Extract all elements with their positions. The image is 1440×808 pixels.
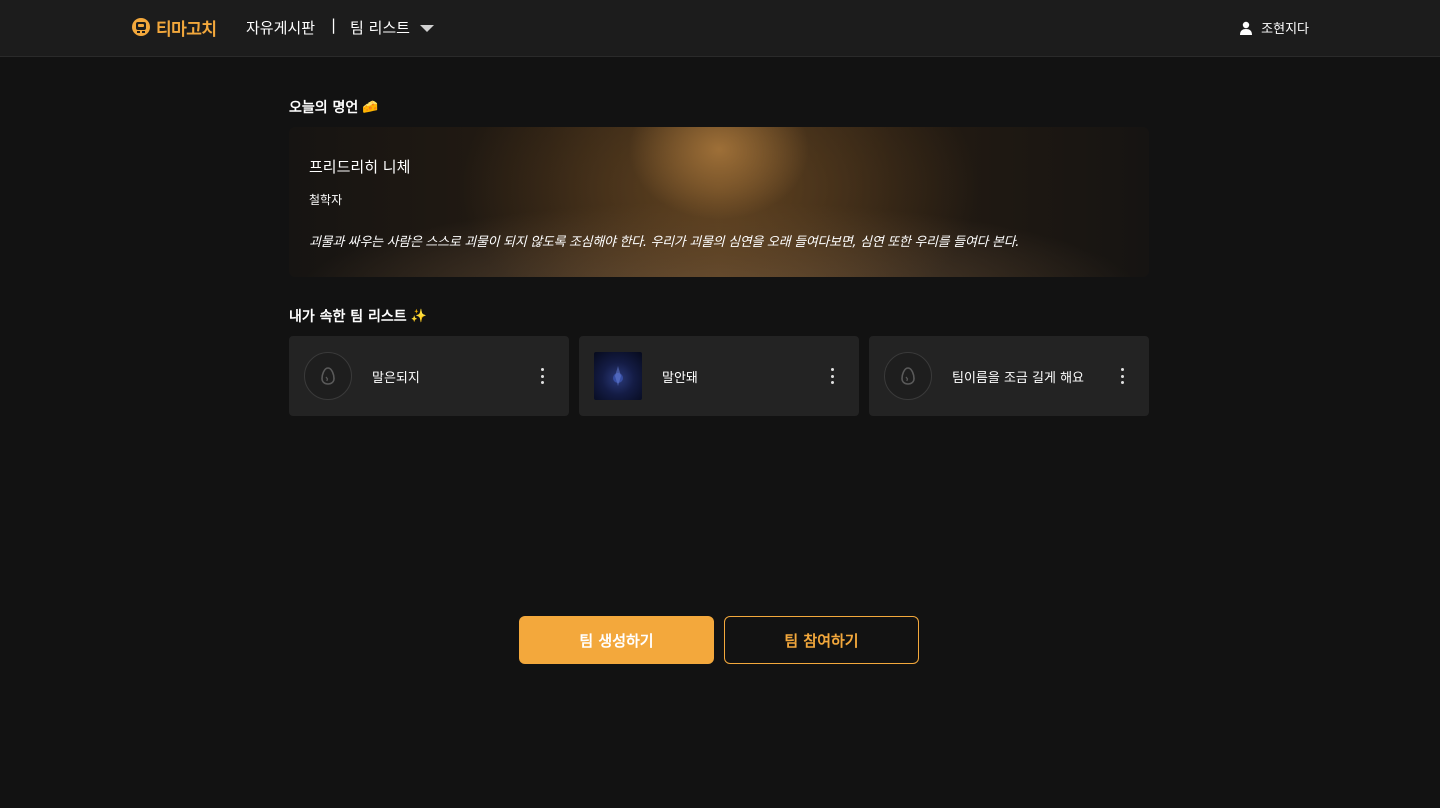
quote-author-role: 철학자 xyxy=(309,193,343,207)
nav-team-list-dropdown[interactable]: 팀 리스트 xyxy=(350,17,434,38)
user-icon xyxy=(1240,21,1253,35)
egg-icon xyxy=(901,367,915,385)
nav-team-list-label: 팀 리스트 xyxy=(350,19,410,37)
team-list-section-title: 내가 속한 팀 리스트 ✨ xyxy=(289,306,427,326)
quote-text: 괴물과 싸우는 사람은 스스로 괴물이 되지 않도록 조심해야 한다. 우리가 … xyxy=(309,235,1020,250)
team-name: 말안돼 xyxy=(662,371,698,386)
top-navigation-bar: 티마고치 자유게시판 | 팀 리스트 조현지다 xyxy=(0,0,1440,57)
team-avatar xyxy=(884,352,932,400)
quote-author: 프리드리히 니체 xyxy=(309,158,411,176)
team-name: 팀이름을 조금 길게 해요 xyxy=(952,371,1084,386)
more-options-icon[interactable] xyxy=(1115,368,1129,384)
more-options-icon[interactable] xyxy=(535,368,549,384)
create-team-button[interactable]: 팀 생성하기 xyxy=(519,616,714,664)
cheese-emoji-icon: 🧀 xyxy=(362,99,379,115)
team-avatar xyxy=(304,352,352,400)
quote-section-title-text: 오늘의 명언 xyxy=(289,100,359,116)
team-image-icon xyxy=(613,366,623,386)
team-card[interactable]: 말은되지 xyxy=(289,336,569,416)
user-menu[interactable]: 조현지다 xyxy=(1239,18,1309,37)
caret-down-icon xyxy=(419,25,434,32)
more-options-icon[interactable] xyxy=(825,368,839,384)
nav-free-board[interactable]: 자유게시판 xyxy=(246,17,315,38)
app-logo[interactable]: 티마고치 xyxy=(131,16,217,40)
team-list-section-title-text: 내가 속한 팀 리스트 xyxy=(289,309,407,325)
quote-card: 프리드리히 니체 철학자 괴물과 싸우는 사람은 스스로 괴물이 되지 않도록 … xyxy=(289,127,1149,277)
sparkles-emoji-icon: ✨ xyxy=(410,308,427,324)
team-card[interactable]: 말안돼 xyxy=(579,336,859,416)
logo-text: 티마고치 xyxy=(156,19,217,40)
team-card[interactable]: 팀이름을 조금 길게 해요 xyxy=(869,336,1149,416)
join-team-button[interactable]: 팀 참여하기 xyxy=(724,616,919,664)
egg-icon xyxy=(321,367,335,385)
quote-section-title: 오늘의 명언 🧀 xyxy=(289,97,378,117)
nav-divider: | xyxy=(331,16,337,34)
team-name: 말은되지 xyxy=(372,371,420,386)
user-name: 조현지다 xyxy=(1261,22,1309,37)
logo-icon xyxy=(132,18,150,36)
team-avatar-image xyxy=(594,352,642,400)
